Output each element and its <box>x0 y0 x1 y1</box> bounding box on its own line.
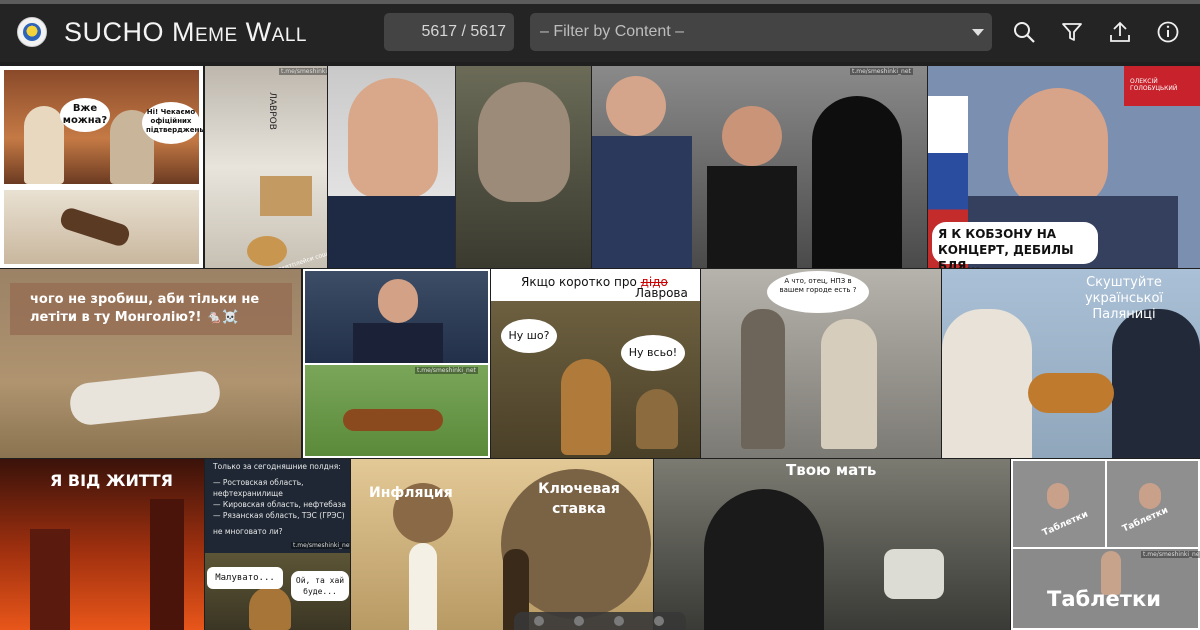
tower-figure <box>30 529 70 630</box>
chevron-down-icon <box>972 29 984 36</box>
meme-label: Инфляция <box>369 485 453 501</box>
meme-tile-palyanytsia[interactable]: Скуштуйте української Паляниці <box>942 269 1200 458</box>
suit-figure <box>1112 309 1200 458</box>
speech-bubble: Вже можна? <box>60 98 110 132</box>
speech-bubble: Ну всьо! <box>621 335 685 371</box>
face-figure <box>1047 483 1069 509</box>
meme-tile-reaper[interactable]: t.me/smeshinki_net <box>592 66 927 268</box>
meme-tile-cooking[interactable]: Твою мать <box>654 459 1010 630</box>
orc-figure <box>478 82 570 202</box>
watermark: t.me/smeshinki_net <box>850 68 913 75</box>
face-figure <box>348 78 438 198</box>
face-figure <box>722 106 782 166</box>
info-icon[interactable] <box>1156 20 1180 44</box>
person-figure <box>704 489 824 630</box>
speech-bubble: Малувато... <box>207 567 283 589</box>
meme-tile-orc[interactable] <box>328 66 591 268</box>
app-title: SUCHO Meme Wall <box>64 17 307 47</box>
filter-icon[interactable] <box>1060 20 1084 44</box>
face-figure <box>1008 88 1108 208</box>
meme-tile-refinery[interactable]: А что, отец, НПЗ в вашем городе есть ? <box>701 269 941 458</box>
horse-figure <box>343 409 443 431</box>
upload-icon[interactable] <box>1108 20 1132 44</box>
tray-dot[interactable] <box>574 616 584 626</box>
character-figure <box>24 106 64 184</box>
tower-figure <box>150 499 184 630</box>
face-figure <box>378 279 418 323</box>
meme-tile-pills[interactable]: Таблетки Таблетки Таблетки t.me/smeshink… <box>1011 459 1200 630</box>
bear-figure <box>249 587 291 630</box>
appliance-figure <box>884 549 944 599</box>
face-figure <box>606 76 666 136</box>
meme-tile-lavrov-box[interactable]: ЛАВРОВ Українські маркетплейси сошьорки … <box>205 66 327 268</box>
speech-bubble: Ні! Чекаємо офіційних підтверджень <box>142 102 203 144</box>
content-filter-value: – Filter by Content – <box>540 23 685 40</box>
meme-text-line: — Кировская область, нефтебаза <box>213 500 347 509</box>
meme-title-suffix: Лаврова <box>635 286 688 300</box>
tray-dot[interactable] <box>614 616 624 626</box>
reaper-figure <box>812 96 902 268</box>
suit-figure <box>328 196 455 268</box>
speech-bubble: А что, отец, НПЗ в вашем городе есть ? <box>767 271 869 313</box>
caption-banner: чого не зробиш, аби тільки не летіти в т… <box>10 283 292 335</box>
meme-text-line: Только за сегодняшние полдня: <box>213 462 341 471</box>
sucho-logo[interactable] <box>17 17 47 47</box>
floating-tray[interactable] <box>514 612 686 630</box>
meme-caption: Скуштуйте української Паляниці <box>1084 275 1164 322</box>
meme-text: Только за сегодняшние полдня: — Ростовск… <box>213 461 347 537</box>
meme-caption: Твою мать <box>786 461 877 479</box>
caption-bubble: Я К КОБЗОНУ НА КОНЦЕРТ, ДЕБИЛЫ БЛЯ... <box>932 222 1098 268</box>
cat-figure <box>247 236 287 266</box>
meme-tile-inflation[interactable]: Инфляция Ключевая ставка <box>351 459 653 630</box>
girl-figure <box>942 309 1032 458</box>
logo-emblem <box>23 23 41 41</box>
meme-tile-refinery-text[interactable]: Только за сегодняшние полдня: — Ростовск… <box>205 459 350 630</box>
search-icon[interactable] <box>1012 20 1036 44</box>
meme-caption: чого не зробиш, аби тільки не летіти в т… <box>30 292 260 325</box>
author-badge: ОЛЕКСІЙ ГОЛОБУЦЬКИЙ <box>1124 66 1200 106</box>
meme-caption: Я К КОБЗОНУ НА КОНЦЕРТ, ДЕБИЛЫ БЛЯ... <box>938 227 1074 268</box>
character-figure <box>741 309 785 449</box>
tuxedo-figure <box>707 166 797 268</box>
watermark: t.me/smeshinki_net <box>279 68 327 75</box>
app-header: SUCHO Meme Wall 5617 / 5617 – Filter by … <box>0 4 1200 62</box>
meme-tile-hedgehog[interactable]: Якщо коротко про дідо Лаврова Ну шо? Ну … <box>491 269 700 458</box>
meme-tile-kremlin-fire[interactable]: Я ВІД ЖИТТЯ <box>0 459 204 630</box>
author-badge-label: ОЛЕКСІЙ ГОЛОБУЦЬКИЙ <box>1130 78 1178 92</box>
cardboard-box <box>260 176 312 216</box>
bread-figure <box>1028 373 1114 413</box>
tray-dot[interactable] <box>534 616 544 626</box>
meme-tile-kobzon[interactable]: ОЛЕКСІЙ ГОЛОБУЦЬКИЙ Я К КОБЗОНУ НА КОНЦЕ… <box>928 66 1200 268</box>
tray-dot[interactable] <box>654 616 664 626</box>
meme-counter[interactable]: 5617 / 5617 <box>384 13 514 51</box>
meme-text-line: не многовато ли? <box>213 527 283 536</box>
meme-label: Ключевая ставка <box>538 481 620 517</box>
speech-bubble: Ну шо? <box>501 319 557 353</box>
suit-figure <box>353 323 443 363</box>
meme-label: ЛАВРОВ <box>266 92 277 130</box>
speech-bubble: Ой, та хай буде... <box>291 571 349 601</box>
meme-caption: Таблетки <box>1047 587 1161 611</box>
watermark: t.me/smeshinki_net <box>291 542 350 549</box>
meme-text-line: — Рязанская область, ТЭС (ГРЭС) <box>213 511 345 520</box>
bear-figure <box>561 359 611 455</box>
meme-caption: Я ВІД ЖИТТЯ <box>50 471 173 490</box>
character-figure <box>821 319 877 449</box>
face-figure <box>1139 483 1161 509</box>
suit-figure <box>592 136 692 268</box>
meme-tile-mongolia[interactable]: чого не зробиш, аби тільки не летіти в т… <box>0 269 301 458</box>
watermark: t.me/smeshinki_net <box>1141 551 1200 558</box>
meme-title-prefix: Якщо коротко про <box>521 275 641 289</box>
meme-tile-waiting[interactable]: Вже можна? Ні! Чекаємо офіційних підтвер… <box>0 66 203 268</box>
meme-tile-horse-roll[interactable]: t.me/smeshinki_net <box>303 269 490 458</box>
meme-text-line: — Ростовская область, нефтехранилище <box>213 478 304 498</box>
watermark: t.me/smeshinki_net <box>415 367 478 374</box>
rocket-trail <box>409 543 437 630</box>
hedgehog-figure <box>636 389 678 449</box>
content-filter-select[interactable]: – Filter by Content – <box>530 13 992 51</box>
